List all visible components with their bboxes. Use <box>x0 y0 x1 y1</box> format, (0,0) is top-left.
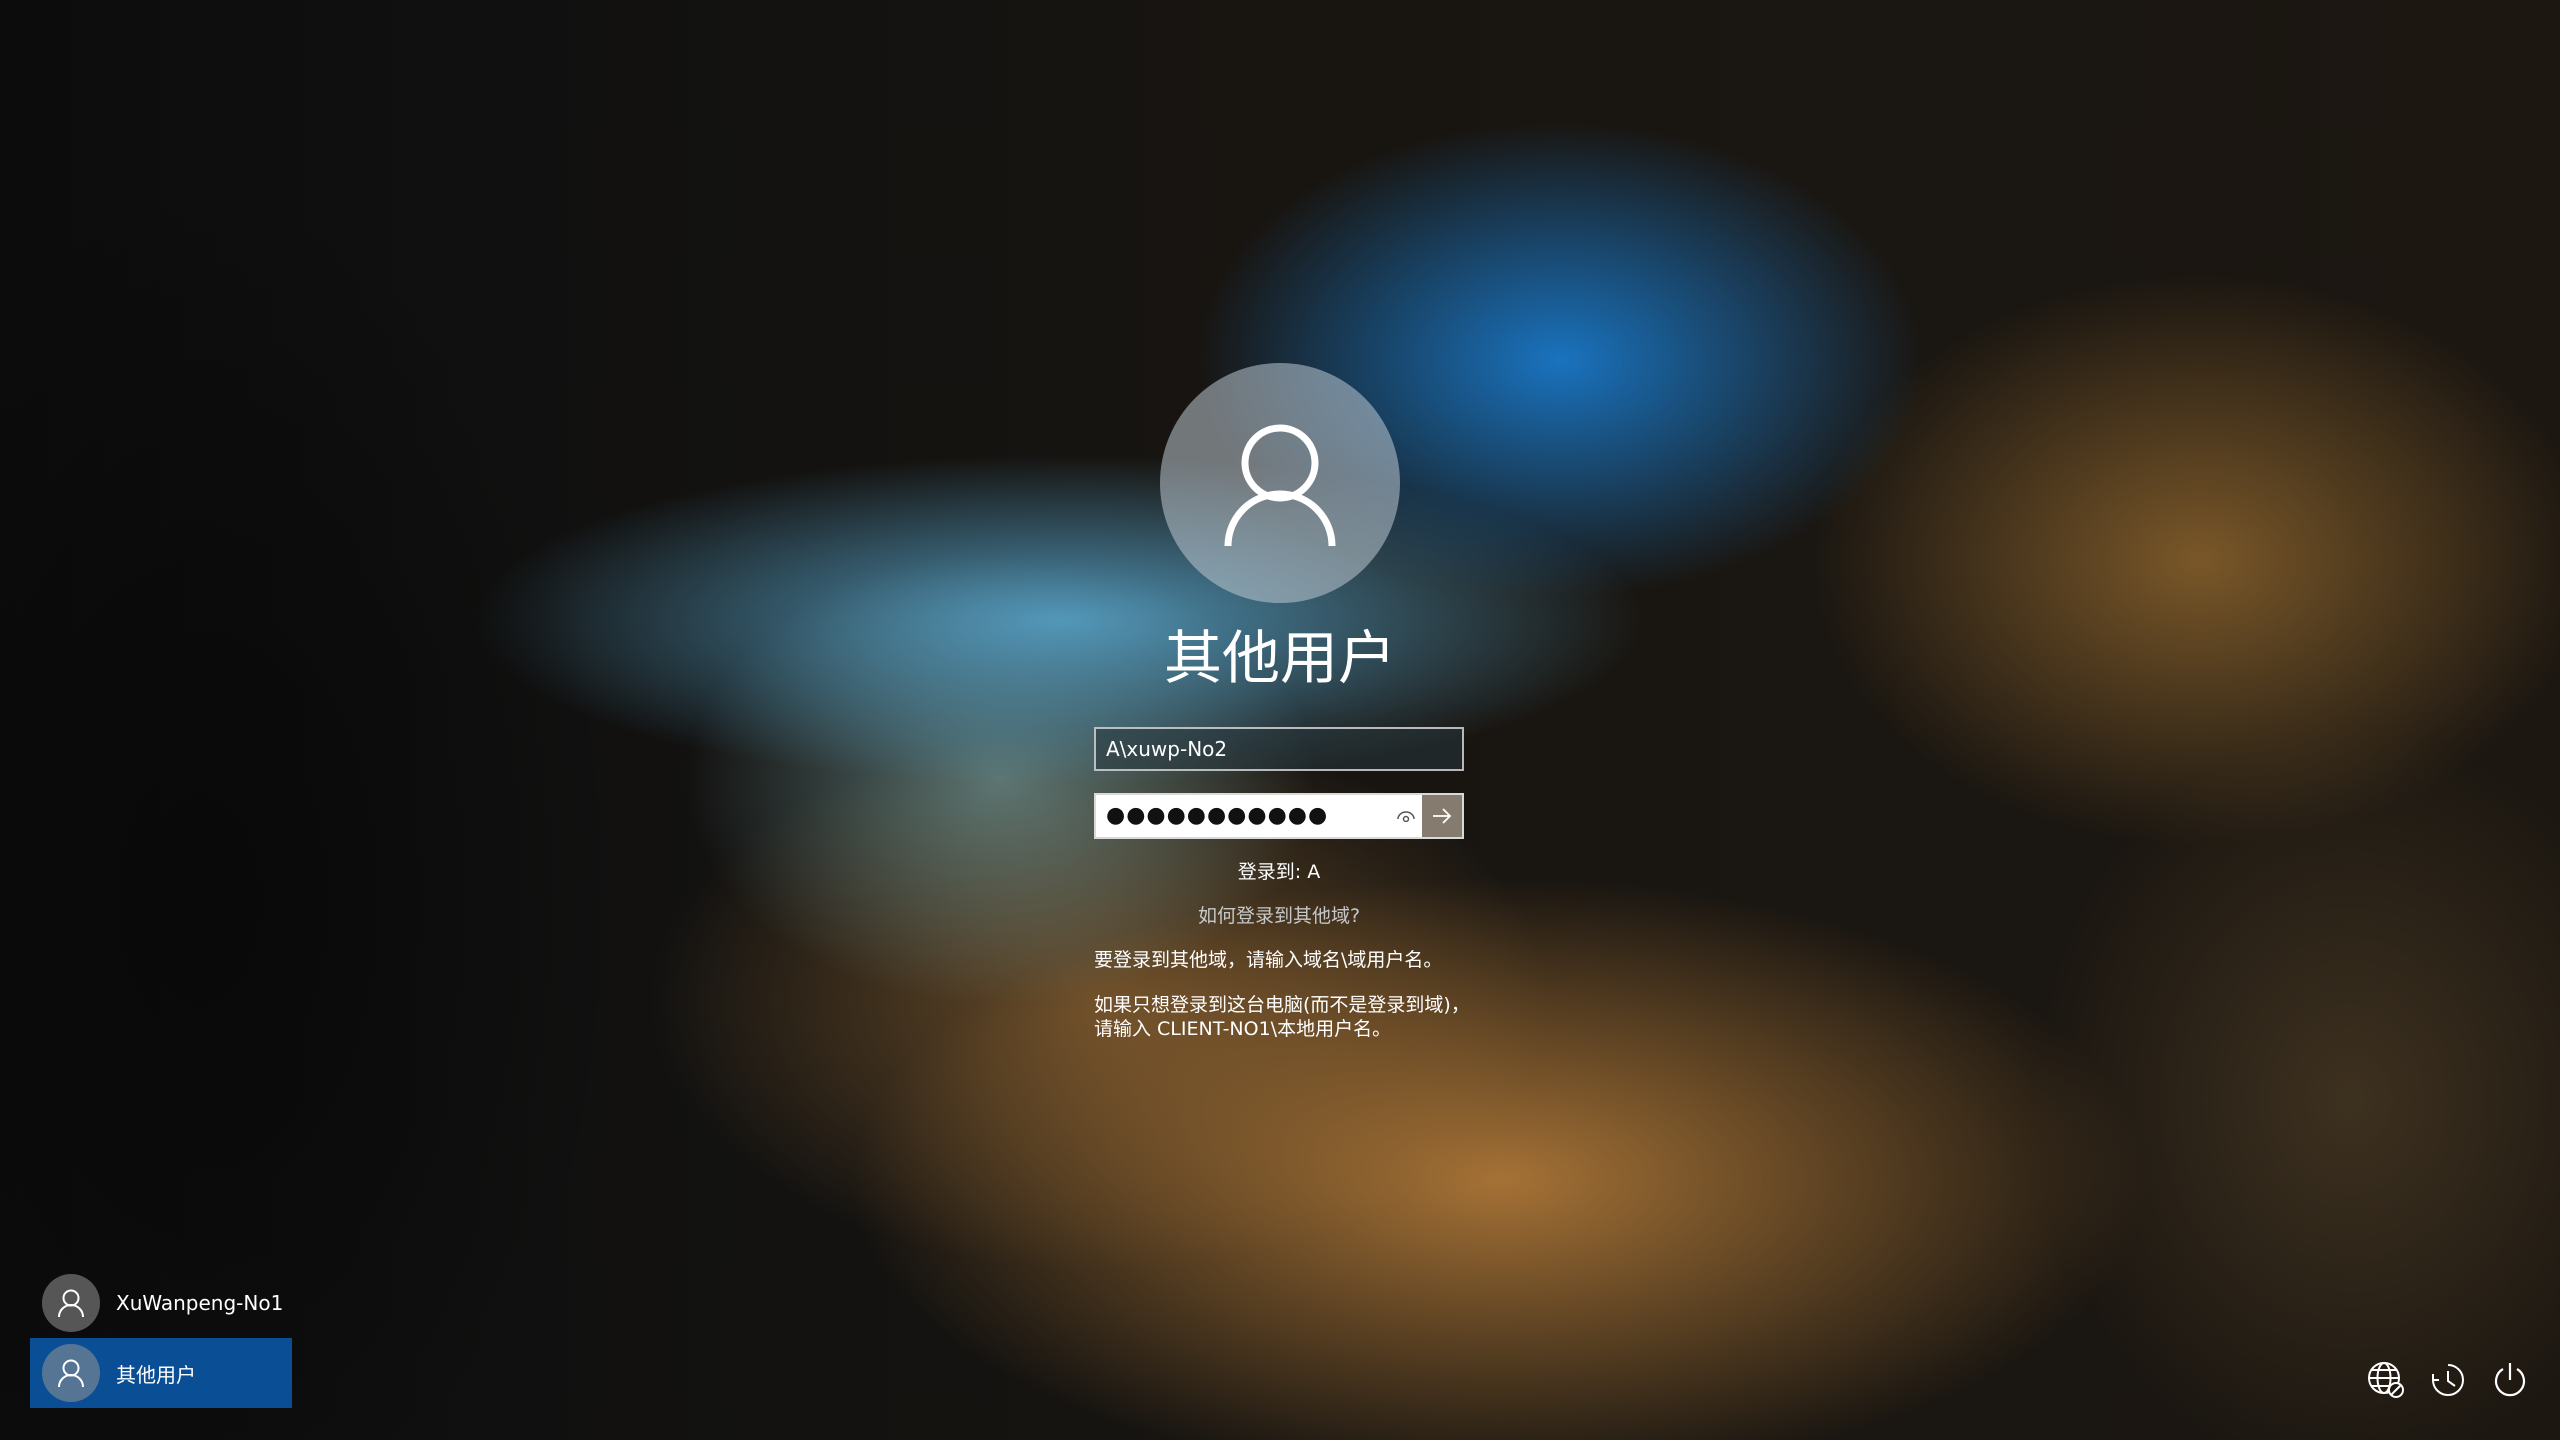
eye-icon <box>1397 811 1415 822</box>
accessibility-button[interactable] <box>2426 1358 2470 1402</box>
user-item-other-user[interactable]: 其他用户 <box>30 1338 292 1408</box>
arrow-right-icon <box>1433 808 1452 824</box>
network-button[interactable] <box>2364 1358 2408 1402</box>
password-field-container: ●●●●●●●●●●● <box>1094 793 1464 839</box>
signin-to-text: 登录到: A <box>1237 861 1321 883</box>
system-tray <box>2364 1358 2532 1402</box>
user-icon <box>1224 424 1336 547</box>
local-hint-line-1: 如果只想登录到这台电脑(而不是登录到域)， <box>1094 994 1470 1016</box>
reveal-password-button[interactable] <box>1390 795 1422 837</box>
password-field[interactable]: ●●●●●●●●●●● <box>1096 795 1390 837</box>
network-globe-icon <box>2368 1362 2404 1398</box>
domain-hint-text: 要登录到其他域，请输入域名\域用户名。 <box>1094 949 1443 971</box>
user-title: 其他用户 <box>1163 624 1396 692</box>
power-icon <box>2494 1363 2526 1397</box>
user-switcher-list: XuWanpeng-No1 其他用户 <box>30 1268 292 1408</box>
local-hint-text: 如果只想登录到这台电脑(而不是登录到域)， 请输入 CLIENT-NO1\本地用… <box>1094 993 1514 1041</box>
local-hint-line-2: 请输入 CLIENT-NO1\本地用户名。 <box>1094 1018 1392 1040</box>
login-panel: 其他用户 A\xuwp-No2 ●●●●●●●●●●● 登录到: A 如何登录到… <box>0 0 2560 1440</box>
user-avatar-small <box>42 1274 100 1332</box>
domain-help-link[interactable]: 如何登录到其他域? <box>1094 902 1464 930</box>
user-item-xuwanpeng[interactable]: XuWanpeng-No1 <box>30 1268 292 1338</box>
username-field[interactable]: A\xuwp-No2 <box>1094 727 1464 771</box>
power-button[interactable] <box>2488 1358 2532 1402</box>
user-icon <box>58 1359 84 1388</box>
user-avatar-small <box>42 1344 100 1402</box>
user-item-name: XuWanpeng-No1 <box>116 1291 284 1315</box>
user-avatar-large <box>1160 363 1400 603</box>
lock-screen-background: 其他用户 A\xuwp-No2 ●●●●●●●●●●● 登录到: A 如何登录到… <box>0 0 2560 1440</box>
user-icon <box>58 1289 84 1318</box>
submit-button[interactable] <box>1422 795 1462 837</box>
user-item-name: 其他用户 <box>116 1362 196 1387</box>
accessibility-icon <box>2432 1364 2464 1396</box>
